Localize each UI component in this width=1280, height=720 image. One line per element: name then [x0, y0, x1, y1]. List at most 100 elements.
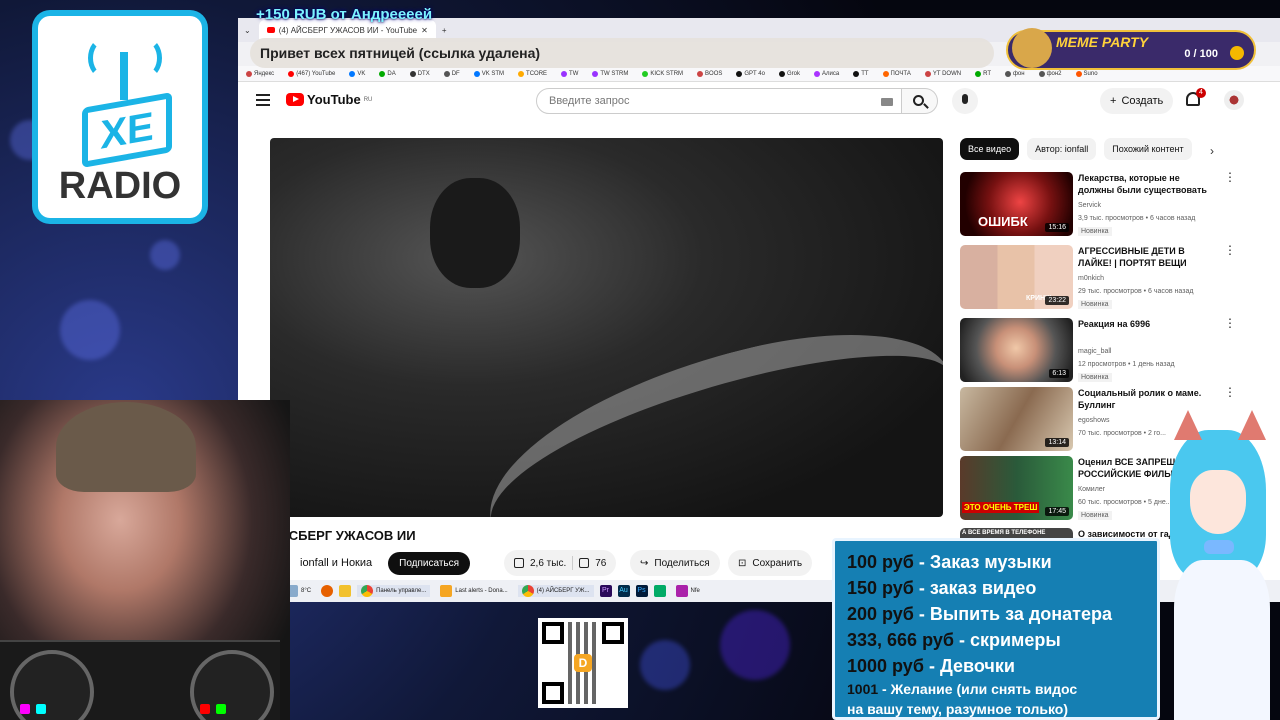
- bookmark-item[interactable]: GPT 4o: [736, 70, 765, 77]
- bookmark-item[interactable]: KICK STRM: [642, 70, 683, 77]
- bookmark-item[interactable]: DTX: [409, 70, 430, 77]
- account-avatar[interactable]: [1224, 90, 1244, 110]
- xe-radio-logo: XE RADIO: [32, 10, 208, 224]
- more-vert-icon[interactable]: ⋮: [1224, 171, 1236, 183]
- video-thumbnail[interactable]: ЭТО ОЧЕНЬ ТРЕШ 17:45: [960, 456, 1073, 520]
- thumbs-down-icon[interactable]: [579, 558, 590, 568]
- bookmark-item[interactable]: Яндекс: [246, 70, 274, 77]
- chevron-down-icon[interactable]: ⌄: [244, 26, 251, 35]
- bookmark-item[interactable]: фон2: [1038, 70, 1062, 77]
- bookmark-favicon-icon: [697, 70, 704, 77]
- price-line: 1001 - Желание (или снять видос: [847, 681, 1078, 697]
- bookmark-item[interactable]: фон: [1004, 70, 1025, 77]
- price-line: 100 руб - Заказ музыки: [847, 552, 1052, 572]
- related-title[interactable]: АГРЕССИВНЫЕ ДЕТИ В ЛАЙКЕ! | ПОРТЯТ ВЕЩИ …: [1078, 245, 1214, 271]
- divider: [572, 556, 574, 570]
- keyboard-icon[interactable]: [881, 98, 893, 106]
- create-button[interactable]: + Создать: [1100, 88, 1174, 114]
- video-player[interactable]: [270, 138, 943, 517]
- search-input[interactable]: Введите запрос: [536, 88, 902, 114]
- chip-similar[interactable]: Похожий контент: [1104, 138, 1192, 160]
- save-button[interactable]: ⊡ Сохранить: [728, 550, 813, 576]
- avatar-dress: [1174, 560, 1270, 720]
- related-video[interactable]: КРИНЖ 23:22 АГРЕССИВНЫЕ ДЕТИ В ЛАЙКЕ! | …: [960, 244, 1260, 309]
- donationalerts-icon: [440, 585, 453, 597]
- bookmark-item[interactable]: Алиса: [813, 70, 839, 77]
- related-channel[interactable]: magic_ball: [1078, 348, 1111, 355]
- close-icon[interactable]: ✕: [421, 26, 428, 35]
- bookmark-item[interactable]: DF: [443, 70, 460, 77]
- bookmark-item[interactable]: Grok: [778, 70, 800, 77]
- subscribe-button[interactable]: Подписаться: [388, 551, 471, 575]
- new-tab-icon[interactable]: +: [442, 26, 447, 35]
- bookmark-favicon-icon: [642, 70, 649, 77]
- bookmark-item[interactable]: TT: [853, 70, 869, 77]
- video-thumbnail[interactable]: ОШИБК 15:16: [960, 172, 1073, 236]
- more-vert-icon[interactable]: ⋮: [1224, 386, 1236, 398]
- chevron-right-icon[interactable]: ›: [1210, 144, 1214, 158]
- bookmark-favicon-icon: [409, 70, 416, 77]
- folder-icon[interactable]: [339, 585, 352, 597]
- duration-badge: 13:14: [1045, 438, 1069, 447]
- bookmark-item[interactable]: YT DOWN: [924, 70, 961, 77]
- related-title[interactable]: Лекарства, которые не должны были сущест…: [1078, 172, 1214, 196]
- taskbar-app[interactable]: (4) АЙСБЕРГ УЖ...: [517, 585, 594, 597]
- like-dislike-group: 2,6 тыс. 76: [504, 550, 617, 576]
- duration-badge: 6:13: [1049, 369, 1069, 378]
- more-vert-icon[interactable]: ⋮: [1224, 244, 1236, 256]
- premiere-icon[interactable]: Pr: [599, 585, 612, 597]
- taskbar-app[interactable]: Панель управле...: [357, 585, 431, 597]
- video-thumbnail[interactable]: КРИНЖ 23:22: [960, 245, 1073, 309]
- related-channel[interactable]: egoshows: [1078, 417, 1110, 424]
- related-meta: 29 тыс. просмотров • 6 часов назад: [1078, 288, 1194, 295]
- bookmark-item[interactable]: RT: [975, 70, 991, 77]
- chip-all-videos[interactable]: Все видео: [960, 138, 1020, 160]
- bookmark-item[interactable]: TW: [561, 70, 578, 77]
- bookmark-item[interactable]: (467) YouTube: [288, 70, 335, 77]
- related-meta: 70 тыс. просмотров • 2 го...: [1078, 430, 1167, 437]
- channel-name[interactable]: ionfall и Нокиа: [300, 557, 372, 569]
- firefox-icon[interactable]: [321, 585, 334, 597]
- duration-badge: 23:22: [1045, 296, 1069, 305]
- app-icon[interactable]: [653, 585, 666, 597]
- bookmark-item[interactable]: VK: [349, 70, 365, 77]
- bookmark-item[interactable]: TCORE: [518, 70, 547, 77]
- more-vert-icon[interactable]: ⋮: [1224, 317, 1236, 329]
- price-line-continued: на вашу тему, разумное только): [847, 701, 1068, 717]
- video-thumbnail[interactable]: 13:14: [960, 387, 1073, 451]
- logo-radio-text: RADIO: [58, 165, 182, 207]
- taskbar-app[interactable]: Nfe: [672, 585, 704, 597]
- chip-author[interactable]: Автор: ionfall: [1027, 138, 1097, 160]
- related-video[interactable]: 6:13 Реакция на 6996 magic_ball 12 просм…: [960, 317, 1260, 382]
- bokeh-light: [640, 640, 690, 690]
- photoshop-icon[interactable]: Ps: [635, 585, 648, 597]
- share-button[interactable]: ↪ Поделиться: [630, 550, 720, 576]
- related-channel[interactable]: Комилег: [1078, 486, 1105, 493]
- bookmark-item[interactable]: BOOS: [697, 70, 722, 77]
- microphone-button[interactable]: [952, 88, 978, 114]
- related-title[interactable]: Реакция на 6996: [1078, 318, 1214, 330]
- related-video[interactable]: ОШИБК 15:16 Лекарства, которые не должны…: [960, 171, 1260, 236]
- search-button[interactable]: [902, 88, 938, 114]
- hamburger-menu-icon[interactable]: [256, 94, 270, 106]
- bookmark-item[interactable]: Suno: [1075, 70, 1098, 77]
- tab-youtube[interactable]: (4) АЙСБЕРГ УЖАСОВ ИИ - YouTube ✕: [258, 20, 436, 40]
- logo-card: XE RADIO: [38, 16, 202, 218]
- related-title[interactable]: Социальный ролик о маме. Буллинг: [1078, 387, 1214, 411]
- doge-icon: [1012, 28, 1052, 68]
- related-channel[interactable]: m0nkich: [1078, 275, 1104, 282]
- taskbar-app[interactable]: Last alerts - Dona...: [436, 585, 511, 597]
- youtube-logo[interactable]: YouTube RU: [286, 92, 372, 107]
- audition-icon[interactable]: Au: [617, 585, 630, 597]
- like-count[interactable]: 2,6 тыс.: [530, 558, 566, 569]
- dislike-count[interactable]: 76: [595, 558, 606, 569]
- video-thumbnail[interactable]: 6:13: [960, 318, 1073, 382]
- bookmark-item[interactable]: TW STRM: [592, 70, 628, 77]
- bookmark-item[interactable]: DA: [379, 70, 396, 77]
- bookmark-item[interactable]: VK STM: [473, 70, 504, 77]
- thumbs-up-icon[interactable]: [514, 558, 524, 568]
- related-channel[interactable]: Servick: [1078, 202, 1101, 209]
- related-meta: 12 просмотров • 1 день назад: [1078, 361, 1175, 368]
- bookmark-item[interactable]: ПОЧТА: [882, 70, 911, 77]
- thumbnail-text: ОШИБК: [978, 214, 1028, 229]
